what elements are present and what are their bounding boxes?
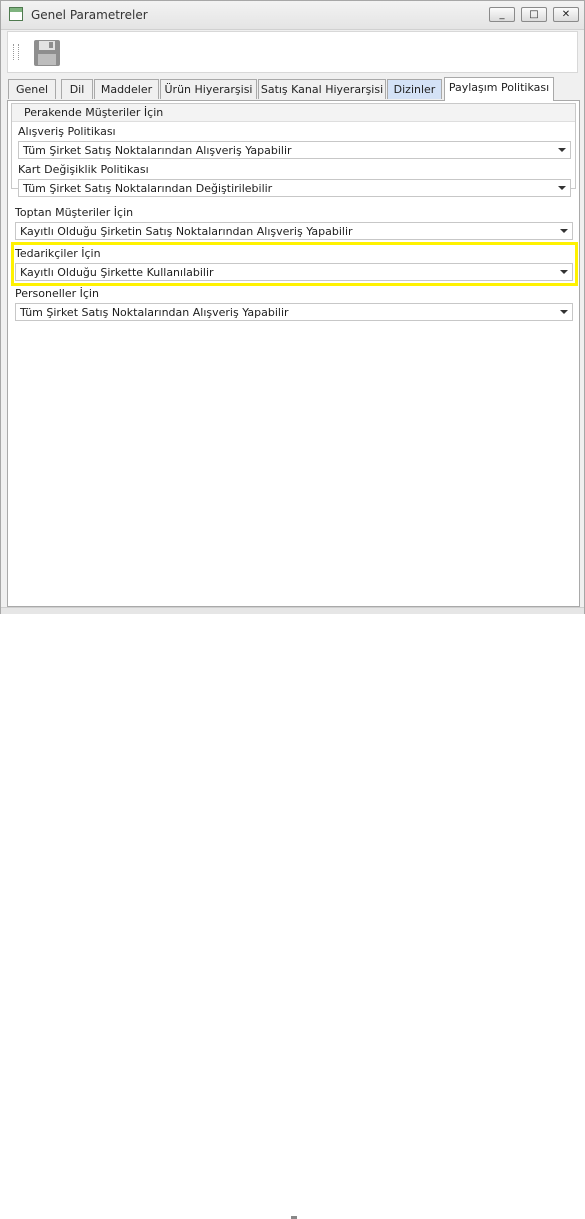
personnel-label: Personeller İçin (15, 287, 99, 300)
tab-maddeler[interactable]: Maddeler (94, 79, 159, 99)
card-change-policy-value: Tüm Şirket Satış Noktalarından Değiştiri… (23, 182, 273, 195)
window-title: Genel Parametreler (31, 8, 148, 22)
tab-satis-kanal-hiyerarsisi[interactable]: Satış Kanal Hiyerarşisi (258, 79, 386, 99)
status-bar (1, 607, 584, 1219)
suppliers-highlight-box (11, 242, 578, 286)
personnel-value: Tüm Şirket Satış Noktalarından Alışveriş… (20, 306, 289, 319)
chevron-down-icon (560, 229, 568, 233)
retail-group: Perakende Müşteriler İçin Alışveriş Poli… (11, 103, 576, 197)
window: Genel Parametreler _ □ ✕ Genel Dil Madde… (0, 0, 585, 1219)
title-bar[interactable]: Genel Parametreler _ □ ✕ (1, 1, 584, 30)
save-button[interactable] (32, 38, 62, 68)
wholesale-value: Kayıtlı Olduğu Şirketin Satış Noktaların… (20, 225, 353, 238)
shopping-policy-dropdown[interactable]: Tüm Şirket Satış Noktalarından Alışveriş… (18, 141, 571, 159)
maximize-button[interactable]: □ (521, 7, 547, 22)
card-change-policy-dropdown[interactable]: Tüm Şirket Satış Noktalarından Değiştiri… (18, 179, 571, 197)
wholesale-label: Toptan Müşteriler İçin (15, 206, 134, 219)
shopping-policy-label: Alışveriş Politikası (18, 125, 116, 138)
chevron-down-icon (558, 148, 566, 152)
chevron-down-icon (558, 186, 566, 190)
wholesale-dropdown[interactable]: Kayıtlı Olduğu Şirketin Satış Noktaların… (15, 222, 573, 240)
tab-genel[interactable]: Genel (8, 79, 56, 99)
retail-group-title: Perakende Müşteriler İçin (24, 106, 164, 119)
shopping-policy-value: Tüm Şirket Satış Noktalarından Alışveriş… (23, 144, 292, 157)
toolbar (7, 31, 578, 73)
retail-group-header: Perakende Müşteriler İçin (12, 104, 575, 122)
tab-dil[interactable]: Dil (61, 79, 93, 99)
floppy-disk-icon (34, 40, 60, 66)
tab-urun-hiyerarsisi[interactable]: Ürün Hiyerarşisi (160, 79, 257, 99)
toolbar-grip-icon[interactable] (13, 44, 19, 60)
personnel-dropdown[interactable]: Tüm Şirket Satış Noktalarından Alışveriş… (15, 303, 573, 321)
close-button[interactable]: ✕ (553, 7, 579, 22)
app-window-icon (9, 7, 23, 21)
minimize-button[interactable]: _ (489, 7, 515, 22)
tab-panel: Perakende Müşteriler İçin Alışveriş Poli… (7, 100, 580, 607)
tab-paylasim-politikasi[interactable]: Paylaşım Politikası (444, 77, 554, 101)
tab-dizinler[interactable]: Dizinler (387, 79, 442, 99)
chevron-down-icon (560, 310, 568, 314)
card-change-policy-label: Kart Değişiklik Politikası (18, 163, 149, 176)
